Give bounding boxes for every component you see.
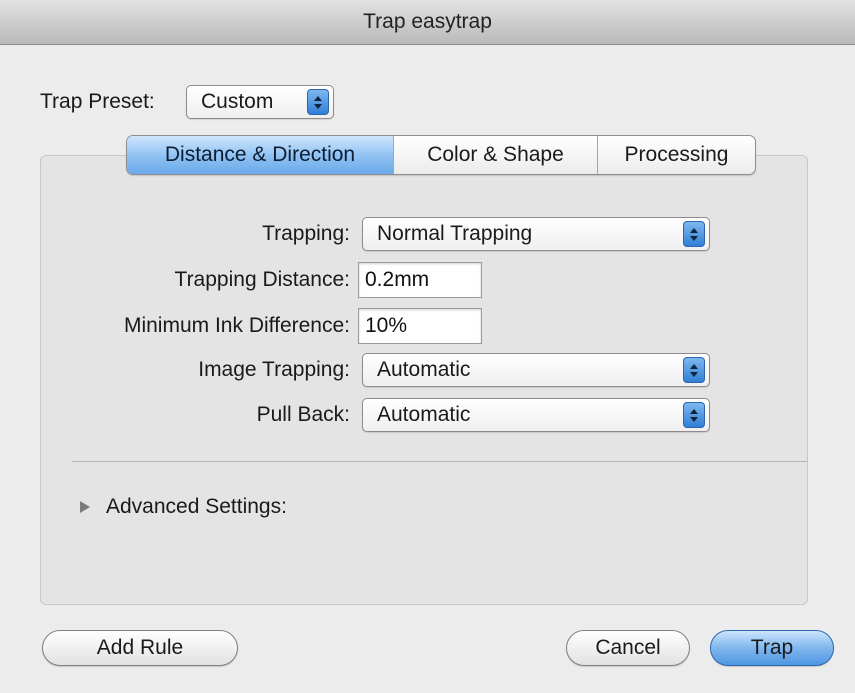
advanced-settings-disclosure[interactable]: Advanced Settings: [80, 495, 287, 519]
updown-arrows-icon [683, 357, 705, 383]
advanced-settings-label: Advanced Settings: [106, 495, 287, 518]
cancel-button[interactable]: Cancel [566, 630, 690, 666]
tab-distance-direction[interactable]: Distance & Direction [127, 136, 393, 174]
pull-back-label: Pull Back: [256, 403, 350, 426]
window-title: Trap easytrap [363, 10, 492, 33]
image-trapping-value: Automatic [377, 358, 471, 381]
updown-arrows-icon [307, 89, 329, 115]
pull-back-select[interactable]: Automatic [362, 398, 710, 432]
dialog-body: Trap Preset: Custom Distance & Direction… [0, 45, 855, 693]
trap-preset-label: Trap Preset: [40, 90, 155, 113]
min-ink-difference-input[interactable] [359, 309, 481, 343]
separator [72, 461, 807, 462]
tab-bar: Distance & Direction Color & Shape Proce… [126, 135, 756, 175]
updown-arrows-icon [683, 402, 705, 428]
disclosure-triangle-right-icon[interactable] [80, 501, 90, 513]
add-rule-button[interactable]: Add Rule [42, 630, 238, 666]
trapping-distance-label: Trapping Distance: [174, 268, 350, 291]
image-trapping-select[interactable]: Automatic [362, 353, 710, 387]
trap-preset-select[interactable]: Custom [186, 85, 334, 119]
trapping-value: Normal Trapping [377, 222, 533, 245]
min-ink-difference-field[interactable] [358, 308, 482, 344]
min-ink-difference-label: Minimum Ink Difference: [123, 314, 350, 337]
trap-button[interactable]: Trap [710, 630, 834, 666]
trapping-distance-input[interactable] [359, 263, 481, 297]
pull-back-value: Automatic [377, 403, 471, 426]
tab-processing[interactable]: Processing [597, 136, 755, 174]
image-trapping-label: Image Trapping: [198, 358, 350, 381]
window-titlebar: Trap easytrap [0, 0, 855, 45]
trap-preset-value: Custom [201, 90, 274, 113]
trapping-distance-field[interactable] [358, 262, 482, 298]
tab-color-shape[interactable]: Color & Shape [393, 136, 597, 174]
updown-arrows-icon [683, 221, 705, 247]
trapping-select[interactable]: Normal Trapping [362, 217, 710, 251]
trapping-label: Trapping: [262, 222, 350, 245]
